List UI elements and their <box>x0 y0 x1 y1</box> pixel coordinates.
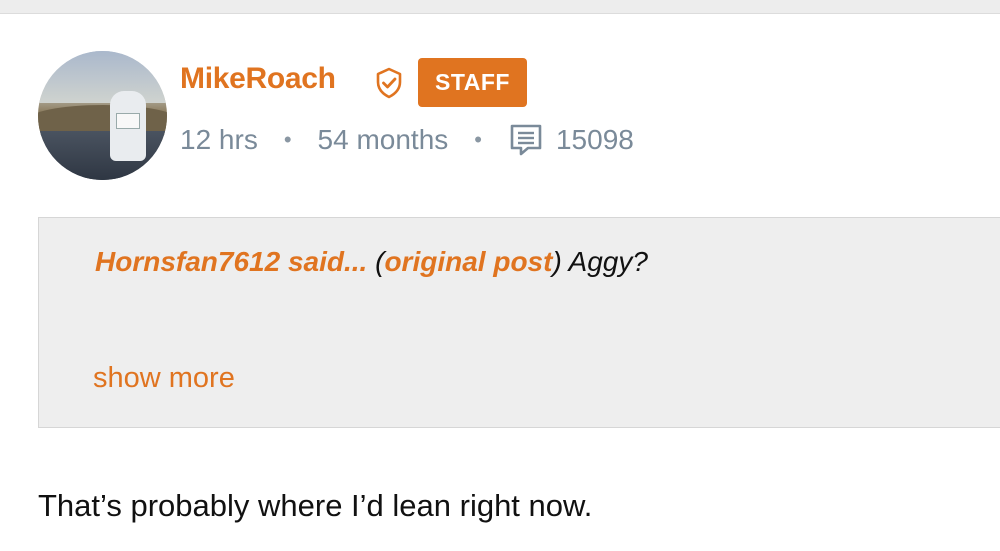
avatar-ground <box>38 130 167 180</box>
avatar[interactable] <box>38 51 167 180</box>
quote-line: Hornsfan7612 said... (original post) Agg… <box>95 246 648 278</box>
post-count[interactable]: 15098 <box>556 124 634 156</box>
post-time[interactable]: 12 hrs <box>180 124 258 156</box>
avatar-bib <box>116 113 140 129</box>
original-post-link[interactable]: original post <box>384 246 552 277</box>
quote-close-paren: ) <box>552 246 562 277</box>
forum-post: MikeRoach STAFF 12 hrs • 54 months • 150… <box>0 0 1000 551</box>
meta-separator-dot: • <box>283 127 292 152</box>
quote-block: Hornsfan7612 said... (original post) Agg… <box>38 217 1000 428</box>
show-more-link[interactable]: show more <box>93 362 235 395</box>
comment-icon <box>510 124 542 156</box>
shield-check-icon <box>376 67 402 99</box>
meta-separator-dot: • <box>474 127 482 152</box>
membership-duration: 54 months <box>317 124 449 155</box>
staff-badge: STAFF <box>418 58 527 107</box>
username-link[interactable]: MikeRoach <box>180 62 336 96</box>
post-meta: 12 hrs • 54 months • 15098 <box>180 120 634 160</box>
avatar-sky <box>38 51 167 103</box>
quote-text: Aggy? <box>561 246 648 277</box>
post-body: That’s probably where I’d lean right now… <box>38 488 593 523</box>
quote-author-link[interactable]: Hornsfan7612 said... <box>95 246 367 277</box>
